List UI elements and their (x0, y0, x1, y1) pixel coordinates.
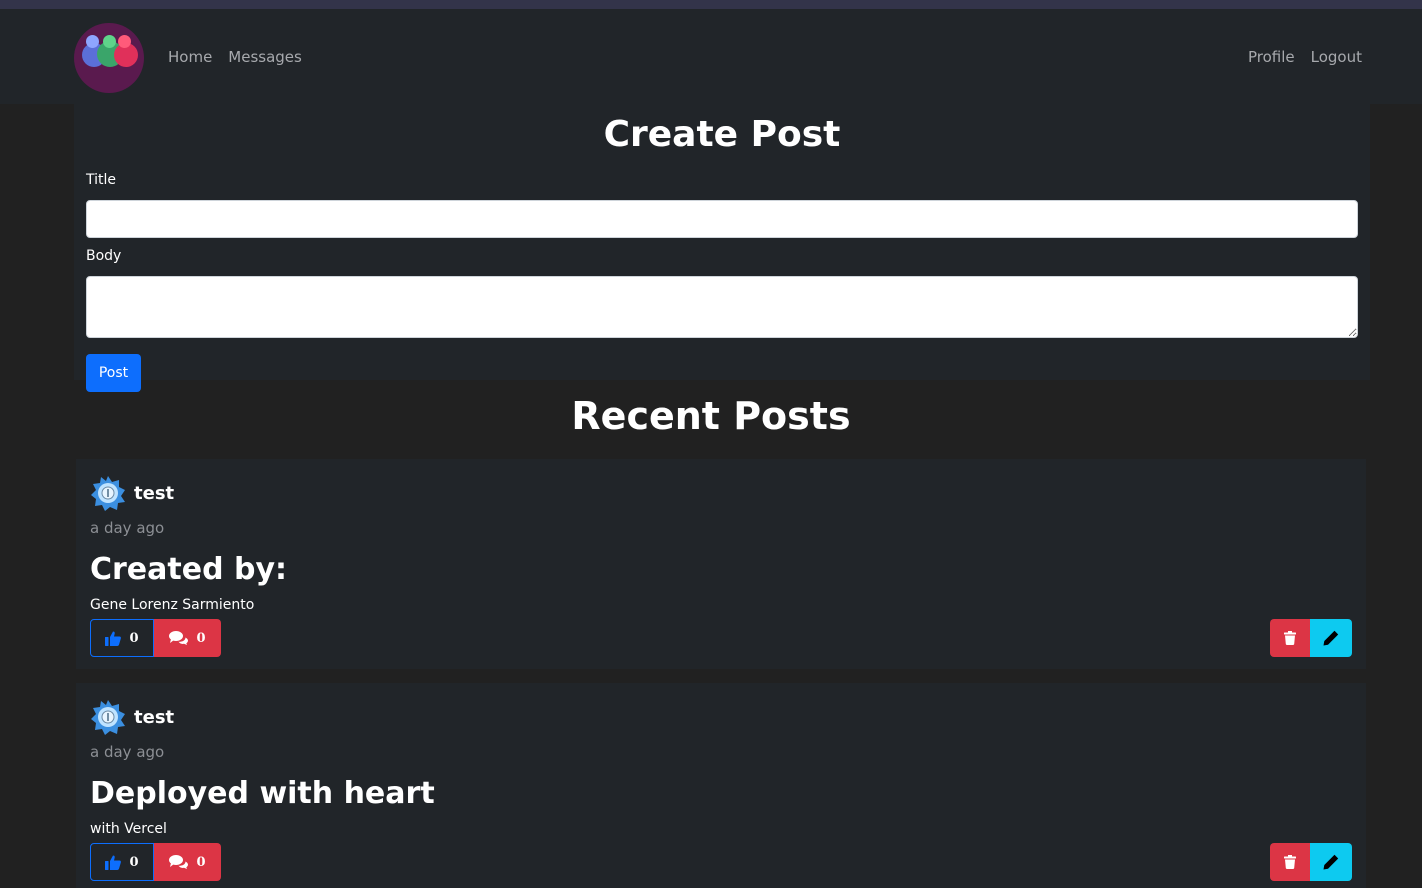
body-label: Body (86, 248, 122, 264)
create-post-card: Create Post Title Body Post (74, 104, 1370, 392)
comment-count: 0 (196, 630, 206, 646)
like-button[interactable]: 0 (90, 619, 154, 657)
body-textarea[interactable] (86, 276, 1358, 338)
logo-shape (86, 34, 99, 48)
nav-home-link[interactable]: Home (168, 48, 212, 66)
comment-count: 0 (196, 854, 206, 870)
comments-button[interactable]: 0 (154, 619, 221, 657)
post-body: Gene Lorenz Sarmiento (90, 597, 255, 613)
post-author[interactable]: test (134, 707, 174, 728)
post-timestamp: a day ago (90, 743, 165, 761)
pencil-icon (1323, 630, 1339, 646)
recent-posts-heading: Recent Posts (571, 394, 851, 438)
post-timestamp: a day ago (90, 519, 165, 537)
post-actions: 0 0 (90, 619, 1352, 657)
nav-messages-link[interactable]: Messages (228, 48, 302, 66)
window-top-strip (0, 0, 1422, 9)
like-count: 0 (129, 854, 139, 870)
post-title: Deployed with heart (90, 776, 435, 811)
like-button[interactable]: 0 (90, 843, 154, 881)
post-author[interactable]: test (134, 483, 174, 504)
trash-icon (1284, 855, 1296, 869)
logo-shape (118, 34, 131, 48)
post-header: test (90, 475, 1352, 511)
post-body: with Vercel (90, 821, 167, 837)
like-count: 0 (129, 630, 139, 646)
thumbs-up-icon (105, 631, 122, 646)
post-title: Created by: (90, 552, 288, 587)
trash-icon (1284, 631, 1296, 645)
nav-left-links: Home Messages (168, 48, 302, 66)
delete-post-button[interactable] (1270, 619, 1310, 657)
user-avatar-icon (91, 700, 125, 735)
app-logo[interactable] (74, 22, 144, 93)
post-actions: 0 0 (90, 843, 1352, 881)
post-owner-actions (1270, 843, 1352, 881)
logo-shape (103, 34, 116, 48)
create-post-heading: Create Post (603, 114, 841, 155)
post-submit-button[interactable]: Post (86, 354, 141, 392)
delete-post-button[interactable] (1270, 843, 1310, 881)
thumbs-up-icon (105, 855, 122, 870)
post-header: test (90, 699, 1352, 735)
pencil-icon (1323, 854, 1339, 870)
edit-post-button[interactable] (1310, 843, 1352, 881)
post-owner-actions (1270, 619, 1352, 657)
navbar: Home Messages Profile Logout (0, 9, 1422, 104)
title-input[interactable] (86, 200, 1358, 238)
post-card: test a day ago Deployed with heart with … (76, 683, 1366, 888)
user-avatar-icon (91, 476, 125, 511)
comments-button[interactable]: 0 (154, 843, 221, 881)
comments-icon (169, 631, 189, 645)
post-card: test a day ago Created by: Gene Lorenz S… (76, 459, 1366, 669)
nav-profile-link[interactable]: Profile (1248, 48, 1295, 66)
comments-icon (169, 855, 189, 869)
edit-post-button[interactable] (1310, 619, 1352, 657)
nav-right-links: Profile Logout (1248, 48, 1362, 66)
nav-logout-link[interactable]: Logout (1311, 48, 1362, 66)
title-label: Title (86, 172, 117, 188)
